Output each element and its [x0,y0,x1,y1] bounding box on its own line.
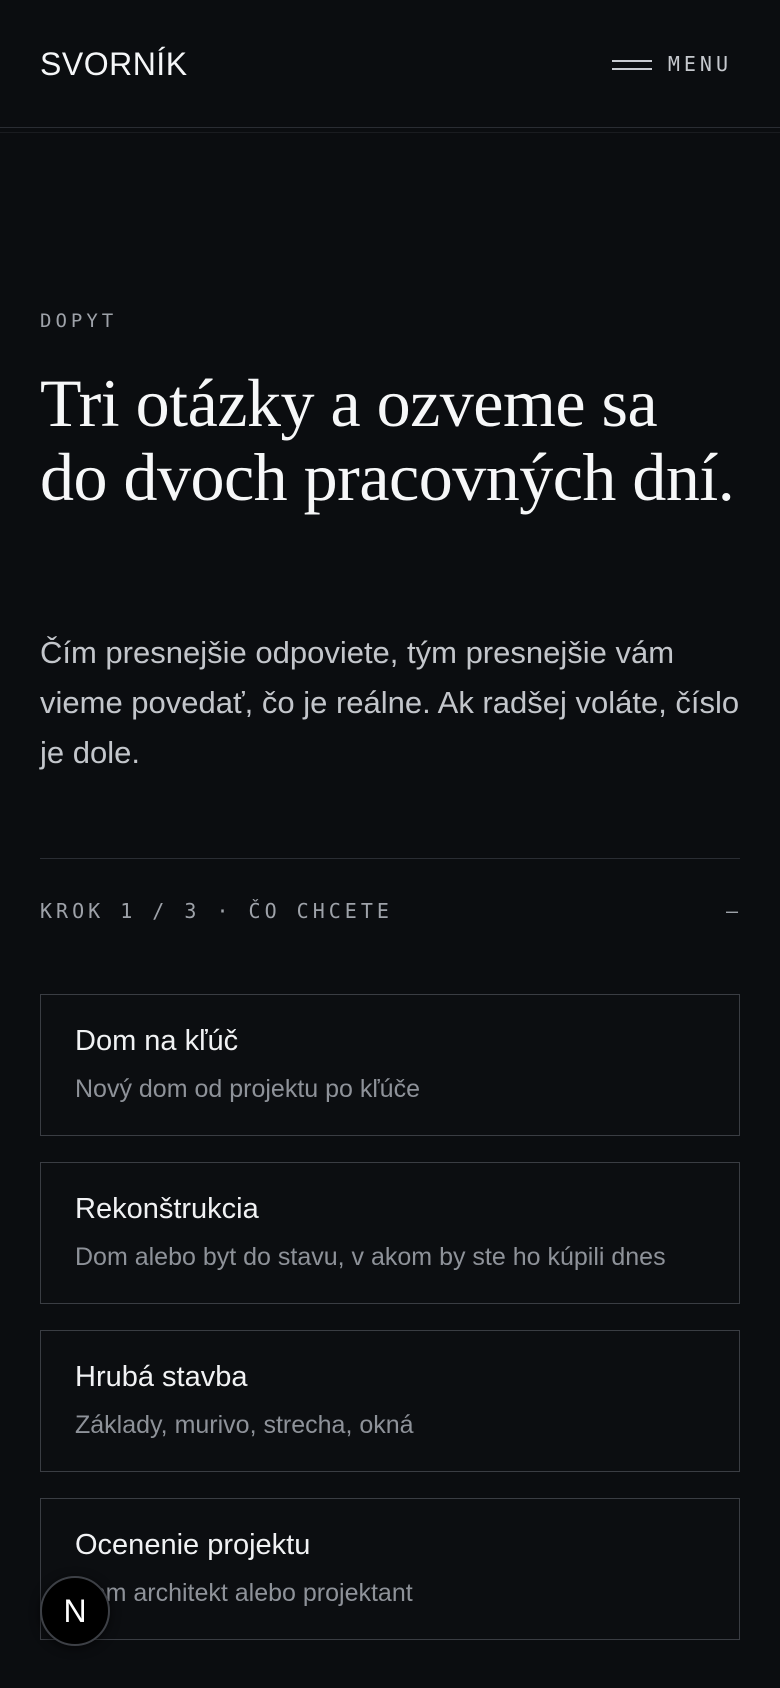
option-title: Hrubá stavba [75,1361,248,1393]
dev-tools-badge[interactable]: N [40,1576,110,1646]
n-logo-icon: N [63,1592,87,1629]
menu-label: MENU [667,52,732,76]
option-title: Ocenenie projektu [75,1529,311,1561]
option-dom-na-kluc[interactable]: Dom na kľúč Nový dom od projektu po kľúč… [40,994,740,1136]
option-rekonstrukcia[interactable]: Rekonštrukcia Dom alebo byt do stavu, v … [40,1162,740,1304]
option-description: Dom alebo byt do stavu, v akom by ste ho… [75,1243,666,1271]
collapse-toggle[interactable]: — [726,899,740,923]
option-description: Som architekt alebo projektant [75,1579,413,1607]
option-title: Rekonštrukcia [75,1193,259,1225]
step-header: KROK 1 / 3 · ČO CHCETE — [40,896,740,926]
option-title: Dom na kľúč [75,1025,239,1057]
section-divider [40,858,740,859]
page-title: Tri otázky a ozveme sa do dvoch pracovný… [40,365,735,515]
menu-button[interactable]: MENU [611,44,732,84]
site-header: SVORNÍK MENU [0,0,780,133]
intro-text: Čím presnejšie odpoviete, tým presnejšie… [40,635,740,770]
option-hruba-stavba[interactable]: Hrubá stavba Základy, murivo, strecha, o… [40,1330,740,1472]
option-list: Dom na kľúč Nový dom od projektu po kľúč… [40,994,740,1666]
brand-logo[interactable]: SVORNÍK [40,44,188,84]
section-kicker: DOPYT [40,310,118,332]
hamburger-icon [611,54,652,74]
option-description: Nový dom od projektu po kľúče [75,1075,420,1103]
option-ocenenie-projektu[interactable]: Ocenenie projektu Som architekt alebo pr… [40,1498,740,1640]
option-description: Základy, murivo, strecha, okná [75,1411,414,1439]
step-label: KROK 1 / 3 · ČO CHCETE [40,899,393,923]
